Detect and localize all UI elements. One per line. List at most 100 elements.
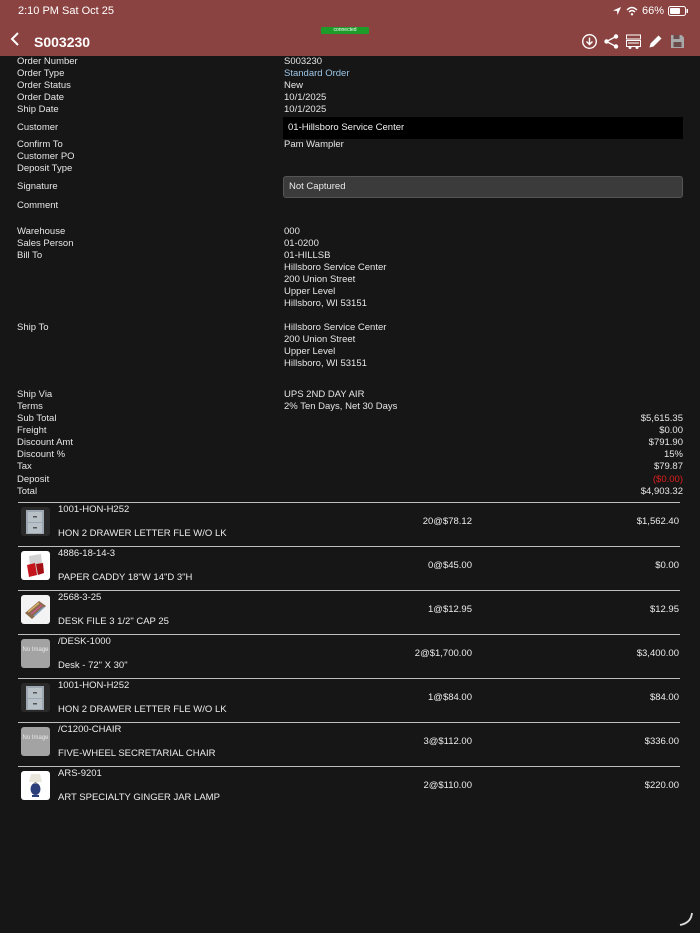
freight-value: $0.00 — [659, 425, 683, 436]
loading-spinner-icon — [679, 912, 693, 926]
sub-total-value: $5,615.35 — [640, 413, 683, 424]
ship-to-line: Hillsboro, WI 53151 — [284, 358, 367, 369]
line-item[interactable]: 2568-3-25 DESK FILE 3 1/2" CAP 25 1@$12.… — [18, 590, 680, 634]
order-number-label: Order Number — [17, 56, 78, 67]
bill-to-line: 200 Union Street — [284, 274, 356, 285]
pencil-icon[interactable] — [647, 33, 664, 50]
bill-to-line: 01-HILLSB — [284, 250, 331, 261]
item-qty-price: 20@$78.12 — [422, 516, 472, 527]
item-description: ART SPECIALTY GINGER JAR LAMP — [58, 792, 220, 803]
truck-icon[interactable] — [625, 33, 642, 50]
discount-amt-label: Discount Amt — [17, 437, 73, 448]
order-type-value[interactable]: Standard Order — [284, 68, 349, 80]
wifi-icon — [626, 6, 638, 16]
save-icon[interactable] — [669, 33, 686, 50]
battery-percent: 66% — [641, 5, 664, 17]
warehouse-label: Warehouse — [17, 226, 66, 237]
chevron-left-icon — [10, 32, 19, 46]
total-value: $4,903.32 — [640, 486, 683, 497]
sub-total-label: Sub Total — [17, 413, 57, 424]
line-item[interactable]: No Image /C1200-CHAIR FIVE-WHEEL SECRETA… — [18, 722, 680, 766]
connection-badge: connected — [321, 27, 369, 34]
deposit-value: ($0.00) — [652, 474, 683, 485]
location-icon — [612, 7, 621, 15]
item-code: 1001-HON-H252 — [58, 680, 130, 691]
customer-po-label: Customer PO — [17, 151, 75, 162]
ship-date-value: 10/1/2025 — [284, 104, 327, 115]
discount-pct-label: Discount % — [17, 449, 66, 460]
item-qty-price: 1@$12.95 — [428, 604, 472, 615]
ship-via-label: Ship Via — [17, 389, 53, 400]
line-item[interactable]: No Image /DESK-1000 Desk - 72" X 30" 2@$… — [18, 634, 680, 678]
item-description: HON 2 DRAWER LETTER FLE W/O LK — [58, 704, 227, 715]
no-image-placeholder: No Image — [21, 639, 50, 668]
bill-to-line: Upper Level — [284, 286, 336, 297]
status-indicators: 66% — [612, 5, 688, 17]
item-code: ARS-9201 — [58, 768, 102, 779]
signature-label: Signature — [17, 181, 58, 192]
page-title: S003230 — [34, 34, 91, 50]
file-cabinet-image — [21, 683, 50, 712]
bill-to-line: Hillsboro Service Center — [284, 262, 387, 273]
item-code: 1001-HON-H252 — [58, 504, 130, 515]
file-cabinet-image — [21, 507, 50, 536]
customer-field[interactable]: 01-Hillsboro Service Center — [283, 117, 683, 139]
item-extended: $336.00 — [644, 736, 679, 747]
item-qty-price: 3@$112.00 — [423, 736, 472, 747]
warehouse-value: 000 — [284, 226, 300, 237]
line-item[interactable]: 1001-HON-H252 HON 2 DRAWER LETTER FLE W/… — [18, 678, 680, 722]
back-button[interactable] — [8, 30, 22, 48]
order-date-label: Order Date — [17, 92, 64, 103]
item-description: PAPER CADDY 18"W 14"D 3"H — [58, 572, 193, 583]
ship-via-value: UPS 2ND DAY AIR — [284, 389, 365, 400]
order-number-value: S003230 — [284, 56, 323, 67]
sales-person-label: Sales Person — [17, 238, 74, 249]
no-image-placeholder: No Image — [21, 727, 50, 756]
freight-label: Freight — [17, 425, 47, 436]
confirm-to-value: Pam Wampler — [284, 139, 344, 150]
tax-value: $79.87 — [653, 461, 683, 472]
line-item[interactable]: 4886-18-14-3 PAPER CADDY 18"W 14"D 3"H 0… — [18, 546, 680, 590]
bill-to-label: Bill To — [17, 250, 43, 261]
sales-person-value: 01-0200 — [284, 238, 319, 249]
item-extended: $220.00 — [644, 780, 679, 791]
item-qty-price: 1@$84.00 — [428, 692, 472, 703]
line-item[interactable]: 1001-HON-H252 HON 2 DRAWER LETTER FLE W/… — [18, 502, 680, 546]
ship-date-label: Ship Date — [17, 104, 59, 115]
item-code: 4886-18-14-3 — [58, 548, 116, 559]
bill-to-line: Hillsboro, WI 53151 — [284, 298, 367, 309]
item-qty-price: 2@$1,700.00 — [414, 648, 472, 659]
order-date-value: 10/1/2025 — [284, 92, 327, 103]
signature-field[interactable]: Not Captured — [283, 176, 683, 198]
battery-icon — [668, 6, 688, 16]
toolbar — [581, 33, 686, 50]
item-qty-price: 0@$45.00 — [428, 560, 472, 571]
ship-to-label: Ship To — [17, 322, 49, 333]
item-code: /C1200-CHAIR — [58, 724, 122, 735]
share-icon[interactable] — [603, 33, 620, 50]
item-description: HON 2 DRAWER LETTER FLE W/O LK — [58, 528, 227, 539]
order-status-label: Order Status — [17, 80, 71, 91]
item-description: Desk - 72" X 30" — [58, 660, 128, 671]
ship-to-line: Hillsboro Service Center — [284, 322, 387, 333]
item-extended: $1,562.40 — [636, 516, 679, 527]
terms-value: 2% Ten Days, Net 30 Days — [284, 401, 398, 412]
desk-file-image — [21, 595, 50, 624]
item-extended: $84.00 — [649, 692, 679, 703]
tax-label: Tax — [17, 461, 32, 472]
item-description: FIVE-WHEEL SECRETARIAL CHAIR — [58, 748, 216, 759]
order-type-label: Order Type — [17, 68, 65, 79]
download-icon[interactable] — [581, 33, 598, 50]
item-description: DESK FILE 3 1/2" CAP 25 — [58, 616, 169, 627]
deposit-type-label: Deposit Type — [17, 163, 73, 174]
lamp-image — [21, 771, 50, 800]
comment-label: Comment — [17, 200, 59, 211]
ship-to-line: 200 Union Street — [284, 334, 356, 345]
item-extended: $3,400.00 — [636, 648, 679, 659]
ship-to-line: Upper Level — [284, 346, 336, 357]
deposit-label: Deposit — [17, 474, 50, 485]
item-qty-price: 2@$110.00 — [423, 780, 472, 791]
order-status-value: New — [284, 80, 304, 91]
discount-pct-value: 15% — [663, 449, 683, 460]
line-item[interactable]: ARS-9201 ART SPECIALTY GINGER JAR LAMP 2… — [18, 766, 680, 810]
